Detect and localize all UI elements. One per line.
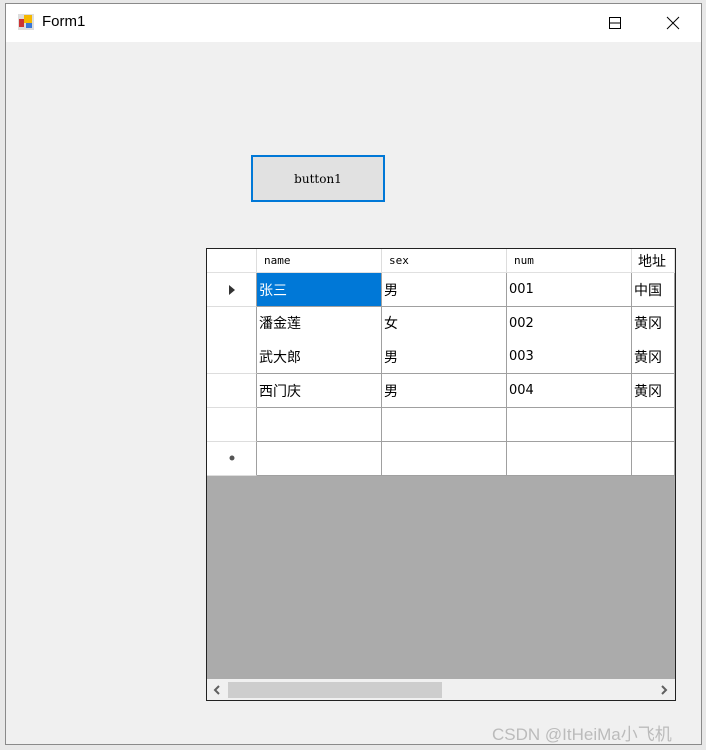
cell-sex[interactable]: 男 (382, 273, 507, 307)
close-icon (666, 16, 680, 30)
cell-name[interactable]: 潘金莲 (257, 306, 382, 341)
button1[interactable]: button1 (251, 155, 385, 202)
cell-num[interactable] (507, 407, 632, 442)
new-row-star-icon (229, 455, 234, 461)
row-header[interactable] (207, 340, 257, 375)
app-icon (18, 14, 34, 30)
cell-sex[interactable]: 男 (382, 340, 507, 375)
cell-address[interactable]: 黄冈 (632, 340, 675, 375)
current-row-arrow-icon (228, 284, 235, 295)
cell-name[interactable]: 武大郎 (257, 340, 382, 375)
form-window: Form1 button1 name sex num 地址 张三男 001 中国 潘金… (5, 3, 702, 745)
cell-name[interactable]: 张三 (257, 273, 382, 307)
column-header-num[interactable]: num (507, 249, 632, 273)
watermark: CSDN @ItHeiMa小飞机 (492, 725, 672, 744)
maximize-button[interactable] (586, 4, 644, 42)
cell-sex[interactable]: 女 (382, 306, 507, 341)
cell-sex[interactable] (382, 441, 507, 476)
cell-sex[interactable]: 男 (382, 374, 507, 409)
column-header-address[interactable]: 地址 (632, 249, 675, 273)
cell-num[interactable]: 002 (507, 306, 632, 341)
cell-address[interactable]: 黄冈 (632, 306, 675, 341)
new-row[interactable] (207, 441, 675, 476)
table-row[interactable]: 张三男 001 中国 (207, 273, 675, 307)
table-row[interactable]: 武大郎男 003 黄冈 (207, 340, 675, 375)
cell-num[interactable]: 001 (507, 273, 632, 307)
table-row[interactable] (207, 407, 675, 442)
column-header-sex[interactable]: sex (382, 249, 507, 273)
cell-address[interactable]: 黄冈 (632, 374, 675, 409)
data-grid-view[interactable]: name sex num 地址 张三男 001 中国 潘金莲女 002 黄冈 武大郎男 003… (206, 248, 676, 701)
scroll-left-icon[interactable] (212, 685, 222, 695)
corner-header[interactable] (207, 249, 257, 273)
scrollbar-thumb[interactable] (228, 682, 442, 698)
table-row[interactable]: 西门庆男 004 黄冈 (207, 374, 675, 409)
cell-name[interactable] (257, 407, 382, 442)
cell-name[interactable] (257, 441, 382, 476)
row-header[interactable] (207, 273, 257, 307)
cell-address[interactable]: 中国 (632, 273, 675, 307)
scroll-right-icon[interactable] (659, 685, 669, 695)
row-header[interactable] (207, 441, 257, 476)
row-header[interactable] (207, 374, 257, 409)
window-title: Form1 (42, 13, 86, 30)
row-header[interactable] (207, 306, 257, 341)
cell-num[interactable] (507, 441, 632, 476)
close-button[interactable] (644, 4, 702, 42)
cell-address[interactable] (632, 441, 675, 476)
maximize-icon (609, 17, 621, 29)
cell-sex[interactable] (382, 407, 507, 442)
cell-address[interactable] (632, 407, 675, 442)
header-row: name sex num 地址 (207, 249, 675, 273)
cell-name[interactable]: 西门庆 (257, 374, 382, 409)
table-row[interactable]: 潘金莲女 002 黄冈 (207, 306, 675, 341)
cell-num[interactable]: 003 (507, 340, 632, 375)
cell-num[interactable]: 004 (507, 374, 632, 409)
column-header-name[interactable]: name (257, 249, 382, 273)
horizontal-scrollbar[interactable] (207, 679, 675, 700)
row-header[interactable] (207, 407, 257, 442)
